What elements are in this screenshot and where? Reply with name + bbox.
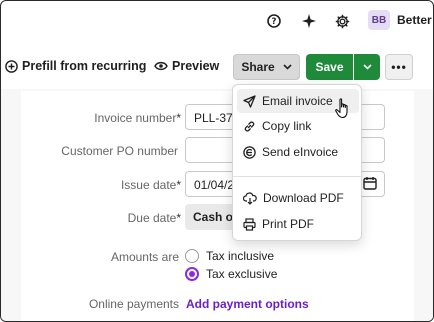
menu-item-print-pdf[interactable]: Print PDF (237, 212, 359, 236)
preview-button[interactable]: Preview (154, 59, 219, 73)
prefill-recurring-label: Prefill from recurring (22, 59, 147, 73)
einvoice-icon (243, 145, 256, 159)
online-payments-label: Online payments (88, 297, 179, 311)
gear-icon[interactable] (332, 11, 352, 31)
more-options-button[interactable]: ••• (385, 54, 413, 80)
tax-inclusive-option[interactable]: Tax inclusive (185, 249, 274, 263)
menu-item-label: Send eInvoice (262, 145, 339, 159)
hand-pointer-cursor-icon (335, 98, 351, 125)
menu-item-label: Copy link (262, 119, 312, 133)
issue-date-label: Issue date* (1, 178, 181, 192)
chevron-down-icon (283, 64, 292, 70)
eye-icon (154, 61, 168, 71)
menu-separator (233, 176, 361, 177)
link-icon (244, 120, 255, 132)
menu-item-label: Print PDF (262, 217, 315, 231)
app-window: ? BB Better Prefill from recurring Previ… (0, 0, 434, 322)
tax-exclusive-option[interactable]: Tax exclusive (185, 267, 277, 281)
tax-inclusive-radio[interactable] (185, 249, 199, 263)
send-icon (243, 94, 256, 108)
avatar[interactable]: BB (368, 10, 390, 30)
save-options-button[interactable] (354, 54, 380, 80)
menu-item-send-einvoice[interactable]: Send eInvoice (237, 140, 359, 164)
sparkle-icon[interactable] (299, 11, 319, 31)
required-mark: * (176, 111, 181, 125)
prefill-recurring-button[interactable]: Prefill from recurring (5, 59, 146, 73)
plus-circle-icon (5, 59, 18, 73)
tax-exclusive-label: Tax exclusive (206, 267, 278, 281)
tax-inclusive-label: Tax inclusive (206, 249, 275, 263)
required-mark: * (176, 211, 181, 225)
svg-text:?: ? (272, 17, 277, 27)
due-date-label-text: Due date (127, 211, 177, 225)
chevron-down-icon (362, 64, 372, 70)
menu-item-download-pdf[interactable]: Download PDF (237, 186, 359, 210)
amounts-label: Amounts are (110, 250, 179, 264)
preview-label: Preview (172, 59, 220, 73)
save-button[interactable]: Save (306, 54, 353, 80)
due-date-label: Due date* (1, 211, 181, 225)
calendar-icon[interactable] (363, 176, 377, 195)
issue-date-label-text: Issue date (120, 178, 177, 192)
menu-item-label: Email invoice (262, 94, 333, 108)
customer-po-label: Customer PO number (61, 144, 178, 158)
help-circle-icon[interactable]: ? (264, 11, 284, 31)
menu-item-label: Download PDF (263, 191, 344, 205)
required-mark: * (176, 178, 181, 192)
share-button[interactable]: Share (233, 54, 300, 80)
top-bar: ? BB Better (1, 1, 433, 41)
org-name[interactable]: Better (397, 13, 432, 27)
printer-icon (243, 217, 256, 231)
invoice-number-label-text: Invoice number (94, 111, 177, 125)
tax-exclusive-radio[interactable] (185, 267, 199, 281)
download-cloud-icon (243, 191, 257, 205)
share-label: Share (241, 60, 275, 74)
invoice-number-label: Invoice number* (1, 111, 181, 125)
add-payment-options-link[interactable]: Add payment options (186, 297, 309, 311)
